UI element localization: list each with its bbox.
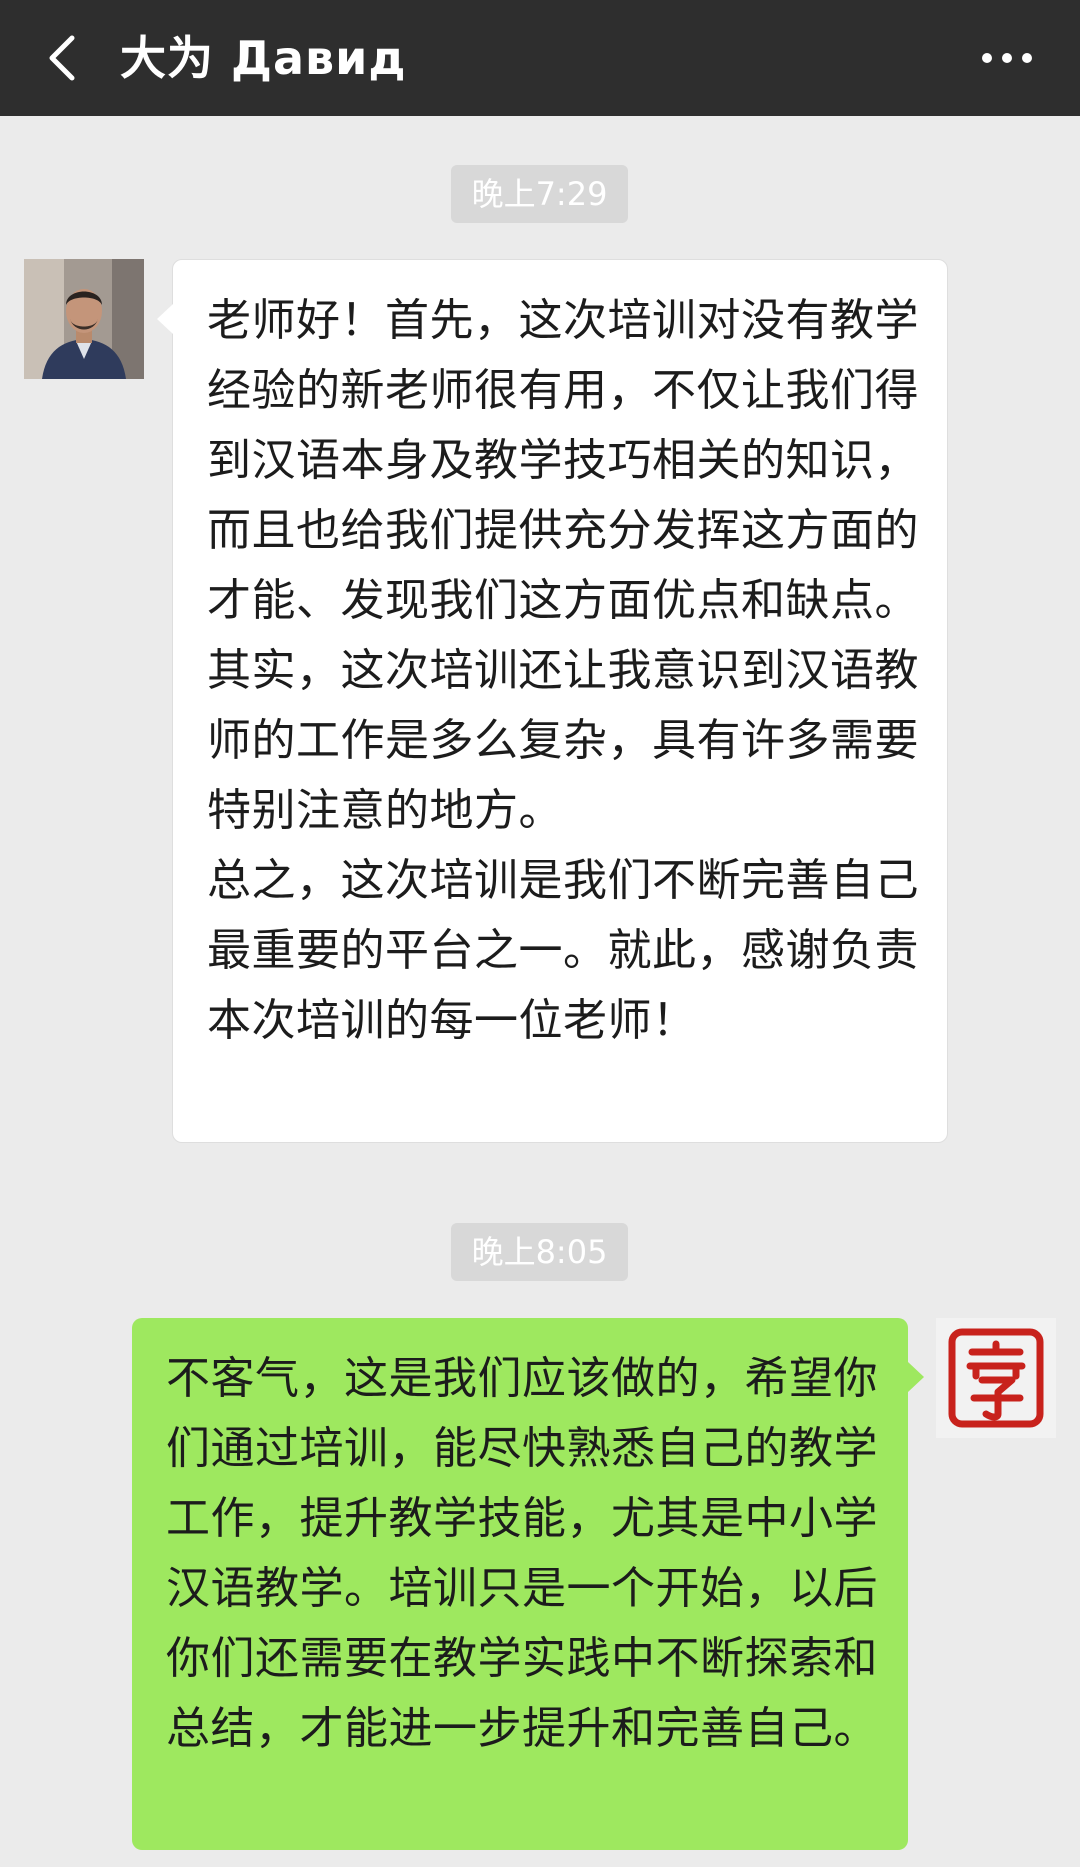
chat-header: 大为 Давид	[0, 0, 1080, 116]
message-text: 总之，这次培训是我们不断完善自己最重要的平台之一。就此，感谢负责本次培训的每一位…	[207, 855, 919, 1046]
timestamp: 晚上8:05	[451, 1223, 628, 1281]
more-button[interactable]	[962, 18, 1052, 98]
ellipsis-icon	[982, 53, 1032, 63]
my-avatar[interactable]	[936, 1318, 1056, 1438]
message-bubble-sent[interactable]: 不客气，这是我们应该做的，希望你们通过培训，能尽快熟悉自己的教学工作，提升教学技…	[132, 1318, 924, 1850]
chat-title: 大为 Давид	[120, 31, 407, 85]
timestamp: 晚上7:29	[451, 165, 628, 223]
chevron-left-icon	[49, 35, 75, 81]
message-text: 不客气，这是我们应该做的，希望你们通过培训，能尽快熟悉自己的教学工作，提升教学技…	[166, 1353, 878, 1754]
contact-avatar[interactable]	[24, 259, 144, 379]
message-text: 老师好！首先，这次培训对没有教学经验的新老师很有用，不仅让我们得到汉语本身及教学…	[207, 295, 919, 836]
back-button[interactable]	[30, 18, 110, 98]
message-bubble-received[interactable]: 老师好！首先，这次培训对没有教学经验的新老师很有用，不仅让我们得到汉语本身及教学…	[157, 259, 948, 1143]
